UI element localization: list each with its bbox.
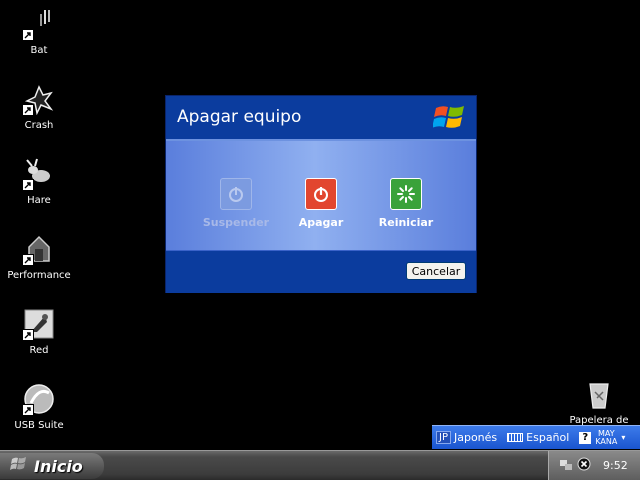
network-icon[interactable] xyxy=(559,456,573,475)
start-label: Inicio xyxy=(34,456,83,476)
langbar-options-icon[interactable]: ▾ xyxy=(621,433,625,442)
dialog-header: Apagar equipo xyxy=(166,96,476,141)
shortcut-arrow-icon xyxy=(22,104,34,116)
windows-logo-icon xyxy=(432,102,467,132)
desktop-icon-label: Crash xyxy=(24,120,54,131)
dialog-footer: Cancelar xyxy=(166,250,476,293)
desktop-icon-label: Hare xyxy=(27,195,51,206)
desktop-icon-label: Performance xyxy=(7,270,71,281)
usb-suite-icon xyxy=(22,383,55,416)
desktop-icon-usb-suite[interactable]: USB Suite xyxy=(0,383,78,431)
keyboard-layout-button[interactable]: Español xyxy=(507,431,569,444)
hare-icon xyxy=(22,158,55,191)
standby-label: Suspender xyxy=(202,216,270,229)
windows-flag-icon xyxy=(10,456,28,476)
desktop-icon-performance[interactable]: Performance xyxy=(0,233,78,281)
dialog-body: Suspender Apagar Reiniciar xyxy=(166,141,476,250)
crash-icon xyxy=(22,83,55,116)
input-language-button[interactable]: JP Japonés xyxy=(436,431,497,444)
cancel-button[interactable]: Cancelar xyxy=(406,262,466,280)
language-name: Japonés xyxy=(453,431,498,444)
ime-mode-bottom: KANA xyxy=(595,436,618,446)
performance-icon xyxy=(22,233,55,266)
desktop-icon-recycle-bin[interactable]: Papelera de xyxy=(560,378,638,426)
language-code: JP xyxy=(436,431,451,444)
language-bar[interactable]: JP Japonés Español ? MAY KANA ▾ xyxy=(432,425,640,449)
shortcut-arrow-icon xyxy=(22,329,34,341)
power-off-icon xyxy=(305,178,337,210)
shortcut-arrow-icon xyxy=(22,179,34,191)
restart-button[interactable]: Reiniciar xyxy=(366,178,446,229)
power-off-button[interactable]: Apagar xyxy=(281,178,361,229)
desktop: Bat Crash Hare Performance Red USB Suite… xyxy=(0,0,640,450)
system-tray: 9:52 xyxy=(548,451,640,480)
desktop-icon-label: Red xyxy=(29,345,49,356)
standby-icon xyxy=(220,178,252,210)
desktop-icon-label: USB Suite xyxy=(14,420,64,431)
red-icon xyxy=(22,308,55,341)
dialog-title: Apagar equipo xyxy=(177,107,302,127)
ime-mode-indicator[interactable]: MAY KANA xyxy=(595,429,618,446)
help-icon[interactable]: ? xyxy=(579,431,592,444)
restart-label: Reiniciar xyxy=(378,216,434,229)
shortcut-arrow-icon xyxy=(22,29,34,41)
restart-icon xyxy=(390,178,422,210)
desktop-icon-label: Bat xyxy=(30,45,48,56)
start-button[interactable]: Inicio xyxy=(0,453,104,479)
power-off-label: Apagar xyxy=(298,216,344,229)
close-circle-icon[interactable] xyxy=(577,456,591,475)
shutdown-dialog: Apagar equipo Suspender Apagar Reiniciar… xyxy=(165,95,477,293)
desktop-icon-bat[interactable]: Bat xyxy=(0,8,78,56)
desktop-icon-red[interactable]: Red xyxy=(0,308,78,356)
shortcut-arrow-icon xyxy=(22,254,34,266)
keyboard-layout-name: Español xyxy=(526,431,570,444)
clock[interactable]: 9:52 xyxy=(603,459,628,472)
recycle-bin-icon xyxy=(583,378,615,410)
desktop-icon-crash[interactable]: Crash xyxy=(0,83,78,131)
bat-icon xyxy=(22,8,55,41)
taskbar: Inicio 9:52 xyxy=(0,450,640,480)
shortcut-arrow-icon xyxy=(22,404,34,416)
standby-option: Suspender xyxy=(196,178,276,229)
keyboard-icon xyxy=(507,433,524,442)
desktop-icon-hare[interactable]: Hare xyxy=(0,158,78,206)
